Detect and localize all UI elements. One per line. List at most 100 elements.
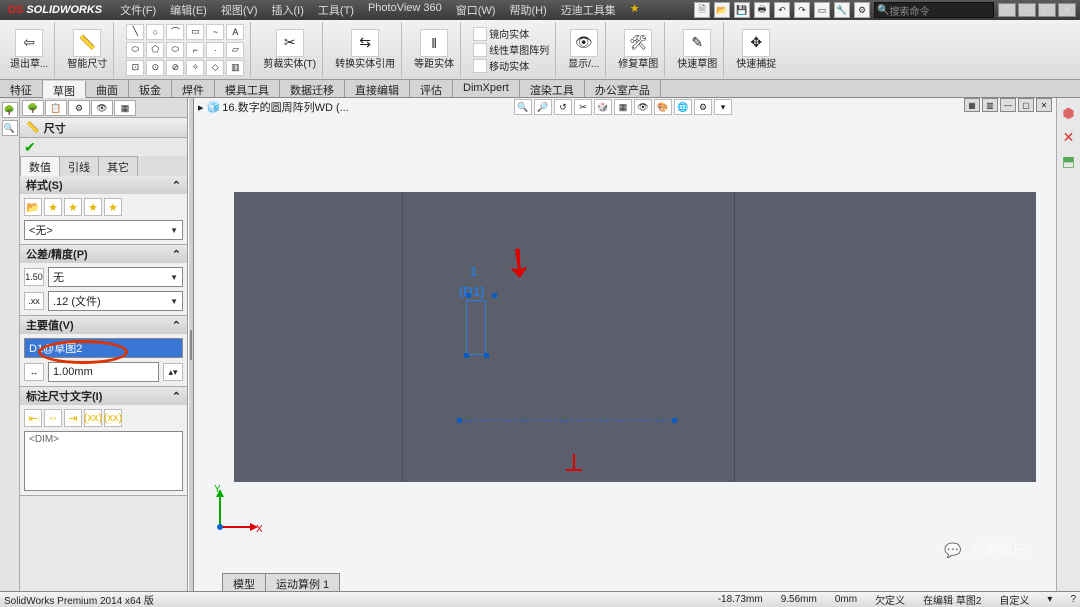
sketch-endpoint[interactable] (464, 353, 469, 358)
doc-cascade-icon[interactable]: ▥ (982, 98, 998, 112)
menu-help[interactable]: 帮助(H) (503, 0, 552, 20)
smart-dim-button[interactable]: 智能尺寸 (67, 59, 107, 71)
status-custom[interactable]: 自定义 (999, 592, 1029, 607)
dim-name-field[interactable]: D1@草图2 (24, 338, 183, 358)
repair-icon[interactable]: 🛠 (624, 29, 652, 57)
section-text-head[interactable]: 标注尺寸文字(I)⌃ (20, 387, 187, 405)
display-button[interactable]: 显示/... (568, 59, 599, 71)
document-tab[interactable]: ▸ 🧊 16.数字的圆周阵列WD (... (194, 98, 353, 116)
menu-view[interactable]: 视图(V) (215, 0, 264, 20)
section-tol-head[interactable]: 公差/精度(P)⌃ (20, 245, 187, 263)
tab-surface[interactable]: 曲面 (86, 80, 129, 97)
maximize-icon[interactable]: ▢ (1038, 3, 1056, 17)
appearance-icon[interactable]: 🎨 (654, 99, 672, 115)
spin-icon[interactable]: ▴▾ (163, 363, 183, 381)
doc-min-icon[interactable]: — (1000, 98, 1016, 112)
mirror-button[interactable]: 镜向实体 (473, 26, 549, 41)
style-fav1-icon[interactable]: ★ (44, 198, 62, 216)
style-select[interactable]: <无>▼ (24, 220, 183, 240)
display-icon[interactable]: 👁 (570, 29, 598, 57)
txt-right-icon[interactable]: ⇥ (64, 409, 82, 427)
btab-model[interactable]: 模型 (222, 573, 266, 591)
collapse-icon[interactable]: ⌃ (172, 179, 181, 192)
minimize-icon[interactable]: — (1018, 3, 1036, 17)
tab-sketch[interactable]: 草图 (43, 81, 86, 98)
pm-extra-tab-icon[interactable]: ▦ (114, 100, 136, 116)
trim-icon[interactable]: ✂ (276, 29, 304, 57)
collapse-icon[interactable]: ⌃ (172, 248, 181, 261)
text-tool-icon[interactable]: A (226, 24, 244, 40)
prev-view-icon[interactable]: ↺ (554, 99, 572, 115)
rect-tool-icon[interactable]: ▭ (186, 24, 204, 40)
tab-datamig[interactable]: 数据迁移 (280, 80, 345, 97)
move-button[interactable]: 移动实体 (473, 58, 549, 73)
dimension-value[interactable]: 1 (470, 264, 477, 279)
hide-show-icon[interactable]: 👁 (634, 99, 652, 115)
sketch-endpoint[interactable] (466, 293, 471, 298)
display-style-icon[interactable]: ▦ (614, 99, 632, 115)
t1-icon[interactable]: ⊡ (126, 60, 144, 76)
menu-star-icon[interactable]: ★ (624, 0, 646, 20)
tp-home-icon[interactable]: ⬢ (1060, 104, 1078, 122)
close-icon[interactable]: ✕ (1058, 3, 1076, 17)
menu-tools[interactable]: 工具(T) (312, 0, 360, 20)
qa-opts-icon[interactable]: ⚙ (854, 2, 870, 18)
txt-center-icon[interactable]: ⇔ (44, 409, 62, 427)
ellipse-tool-icon[interactable]: ⬭ (166, 42, 184, 58)
line-tool-icon[interactable]: ╲ (126, 24, 144, 40)
style-load-icon[interactable]: 📂 (24, 198, 42, 216)
dim-text-field[interactable]: <DIM> (24, 431, 183, 491)
slot-tool-icon[interactable]: ⬭ (126, 42, 144, 58)
pm-config-tab-icon[interactable]: ⚙ (68, 100, 90, 116)
qa-rebuild-icon[interactable]: 🔧 (834, 2, 850, 18)
qa-print-icon[interactable]: 🖶 (754, 2, 770, 18)
doc-max-icon[interactable]: ▢ (1018, 98, 1034, 112)
tab-sheetmetal[interactable]: 钣金 (129, 80, 172, 97)
view-settings-icon[interactable]: ⚙ (694, 99, 712, 115)
repair-button[interactable]: 修复草图 (618, 59, 658, 71)
circle-tool-icon[interactable]: ○ (146, 24, 164, 40)
zoom-area-icon[interactable]: 🔎 (534, 99, 552, 115)
pm-tree-tab-icon[interactable]: 🌳 (22, 100, 44, 116)
status-help-icon[interactable]: ? (1070, 594, 1076, 605)
tab-weldment[interactable]: 焊件 (172, 80, 215, 97)
tab-evaluate[interactable]: 评估 (410, 80, 453, 97)
doc-close-icon[interactable]: ✕ (1036, 98, 1052, 112)
rail-search-icon[interactable]: 🔍 (2, 120, 18, 136)
doc-tile-icon[interactable]: ▦ (964, 98, 980, 112)
style-fav2-icon[interactable]: ★ (64, 198, 82, 216)
spline-tool-icon[interactable]: ~ (206, 24, 224, 40)
menu-maidi[interactable]: 迈迪工具集 (555, 0, 622, 20)
collapse-icon[interactable]: ⌃ (172, 319, 181, 332)
t4-icon[interactable]: ✧ (186, 60, 204, 76)
graphics-area[interactable]: ▦ ▥ — ▢ ✕ ▸ 🧊 16.数字的圆周阵列WD (... 🔍 🔎 ↺ ✂ … (194, 98, 1056, 591)
menu-insert[interactable]: 插入(I) (266, 0, 310, 20)
vt-extra-icon[interactable]: ▾ (714, 99, 732, 115)
linear-pattern-button[interactable]: 线性草图阵列 (473, 42, 549, 57)
line-endpoint[interactable] (457, 418, 462, 423)
arc-tool-icon[interactable]: ⌒ (166, 24, 184, 40)
pm-disp-tab-icon[interactable]: 👁 (91, 100, 113, 116)
menu-edit[interactable]: 编辑(E) (164, 0, 213, 20)
t5-icon[interactable]: ◇ (206, 60, 224, 76)
plane-tool-icon[interactable]: ▱ (226, 42, 244, 58)
sketch-endpoint[interactable] (492, 293, 497, 298)
txt-left-icon[interactable]: ⇤ (24, 409, 42, 427)
smart-dim-icon[interactable]: 📏 (73, 29, 101, 57)
fillet-tool-icon[interactable]: ⌐ (186, 42, 204, 58)
btab-motion[interactable]: 运动算例 1 (265, 573, 340, 591)
pm-prop-tab-icon[interactable]: 📋 (45, 100, 67, 116)
menu-photoview[interactable]: PhotoView 360 (362, 0, 448, 20)
qa-redo-icon[interactable]: ↷ (794, 2, 810, 18)
qa-open-icon[interactable]: 📂 (714, 2, 730, 18)
line-endpoint[interactable] (672, 418, 677, 423)
t2-icon[interactable]: ⊙ (146, 60, 164, 76)
tab-render[interactable]: 渲染工具 (520, 80, 585, 97)
qa-save-icon[interactable]: 💾 (734, 2, 750, 18)
pm-ok-icon[interactable]: ✔ (24, 139, 36, 156)
zoom-fit-icon[interactable]: 🔍 (514, 99, 532, 115)
convert-button[interactable]: 转换实体引用 (335, 59, 395, 71)
sketch-endpoint[interactable] (484, 353, 489, 358)
tab-dimxpert[interactable]: DimXpert (453, 80, 520, 97)
section-style-head[interactable]: 样式(S)⌃ (20, 176, 187, 194)
